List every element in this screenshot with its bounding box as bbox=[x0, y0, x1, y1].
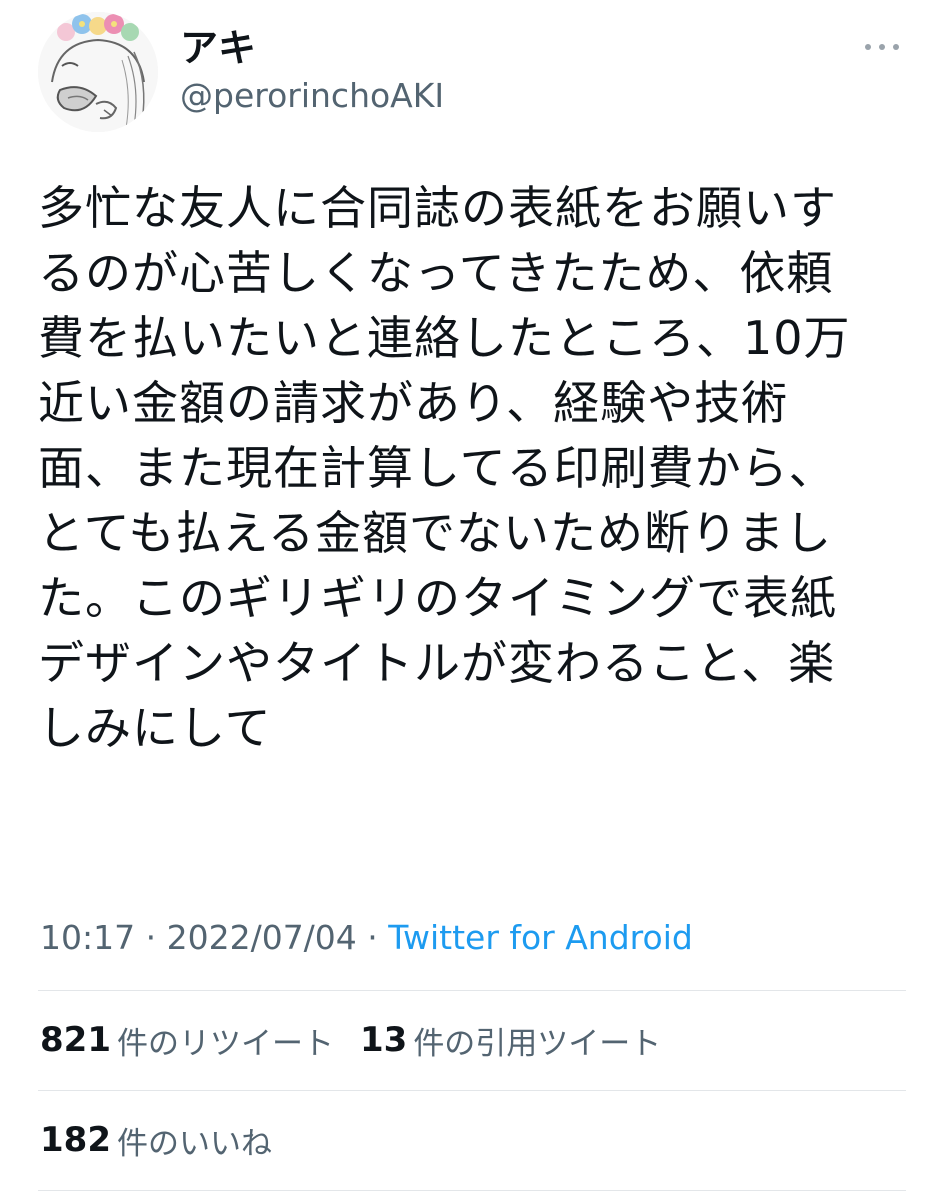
more-horizontal-icon-dot bbox=[879, 44, 885, 50]
divider bbox=[38, 1090, 906, 1091]
quotes-label: 件の引用ツイート bbox=[413, 1025, 662, 1062]
avatar[interactable] bbox=[38, 12, 158, 132]
tweet-text: 多忙な友人に合同誌の表紙をお願いす るのが心苦しくなってきたため、依頼 費を払い… bbox=[38, 181, 851, 755]
meta-separator: · bbox=[356, 918, 389, 957]
user-handle[interactable]: @perorinchoAKI bbox=[180, 76, 444, 116]
likes-stats-row: 182 件のいいね bbox=[40, 1110, 298, 1170]
divider bbox=[38, 1190, 906, 1191]
more-options-button[interactable] bbox=[858, 30, 906, 64]
tweet-time[interactable]: 10:17 bbox=[40, 918, 135, 957]
tweet-metadata: 10:17 · 2022/07/04 · Twitter for Android bbox=[40, 916, 693, 960]
retweets-count: 821 bbox=[40, 1020, 111, 1060]
likes-count: 182 bbox=[40, 1120, 111, 1160]
likes-stat[interactable]: 182 件のいいね bbox=[40, 1118, 272, 1163]
more-horizontal-icon bbox=[865, 44, 871, 50]
likes-label: 件のいいね bbox=[116, 1125, 272, 1162]
divider bbox=[38, 990, 906, 991]
quotes-count: 13 bbox=[359, 1020, 408, 1060]
retweets-label: 件のリツイート bbox=[116, 1025, 334, 1062]
avatar-illustration bbox=[38, 12, 158, 132]
engagement-stats-row: 821 件のリツイート 13 件の引用ツイート bbox=[40, 1010, 687, 1070]
retweets-stat[interactable]: 821 件のリツイート bbox=[40, 1018, 334, 1063]
tweet-date[interactable]: 2022/07/04 bbox=[167, 918, 357, 957]
meta-separator: · bbox=[135, 918, 167, 957]
quotes-stat[interactable]: 13 件の引用ツイート bbox=[360, 1018, 661, 1063]
display-name[interactable]: アキ bbox=[180, 26, 256, 70]
more-horizontal-icon-dot bbox=[893, 44, 899, 50]
tweet-source-link[interactable]: Twitter for Android bbox=[388, 918, 693, 957]
tweet-header: アキ @perorinchoAKI bbox=[0, 0, 944, 150]
